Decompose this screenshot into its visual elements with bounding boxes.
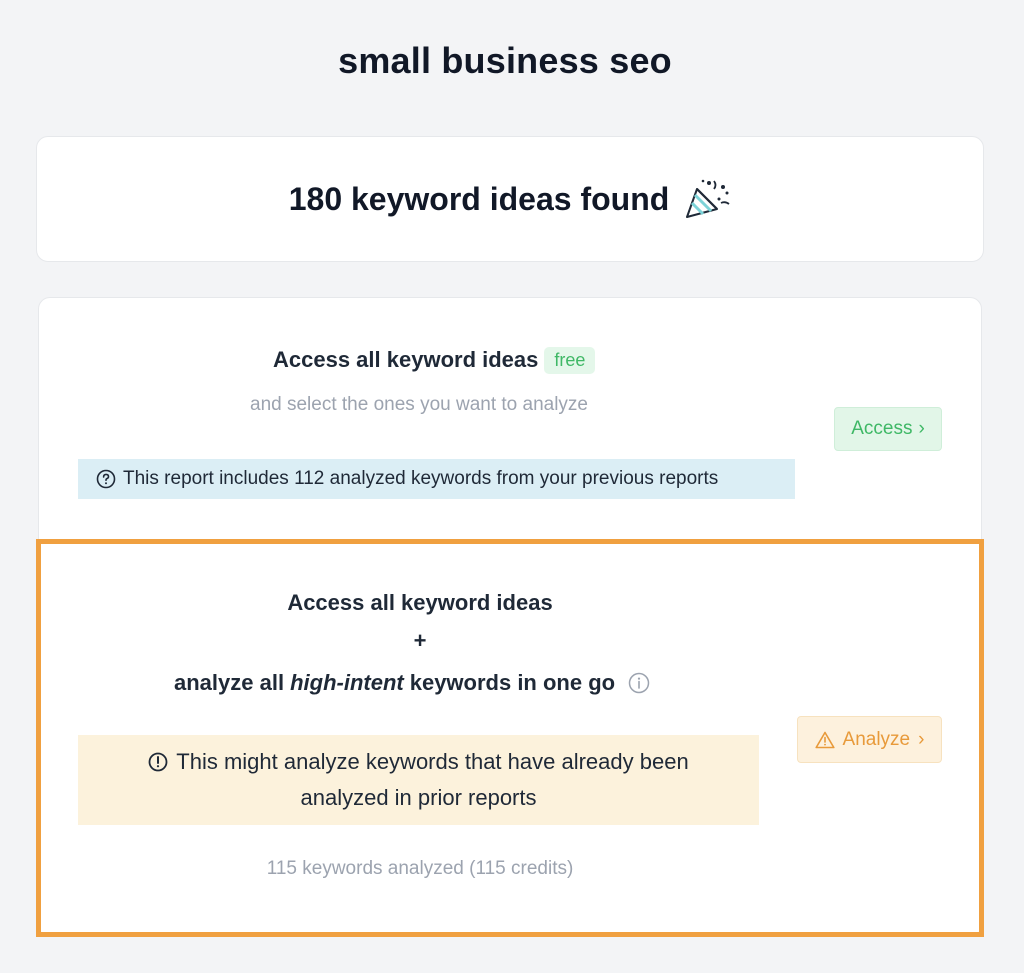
free-badge: free: [544, 346, 596, 374]
access-option-subtitle: and select the ones you want to analyze: [250, 394, 589, 415]
options-card: [38, 297, 982, 937]
info-circle-icon[interactable]: [627, 671, 651, 695]
warning-triangle-icon: [814, 731, 835, 748]
party-popper-icon: [683, 177, 731, 221]
analyze-option-line1: Access all keyword ideas: [287, 590, 553, 615]
analyze-button-label: Analyze: [842, 728, 911, 750]
analyze-option-line3: analyze all high-intent keywords in one …: [174, 668, 651, 698]
keyword-ideas-found-text: 180 keyword ideas found: [288, 180, 670, 217]
access-button-label: Access: [851, 418, 913, 439]
analyze-button[interactable]: Analyze ›: [797, 716, 942, 763]
keyword-report-page: small business seo 180 keyword ideas fou…: [0, 0, 1024, 973]
question-circle-icon: [96, 469, 116, 489]
previous-reports-info-banner: This report includes 112 analyzed keywor…: [78, 459, 795, 499]
access-button[interactable]: Access ›: [834, 407, 942, 451]
access-option-title: Access all keyword ideas free: [273, 345, 596, 375]
keyword-ideas-found-card: 180 keyword ideas found: [36, 136, 984, 262]
warning-text-line1: This might analyze keywords that have al…: [176, 749, 689, 774]
page-title: small business seo: [338, 40, 672, 81]
chevron-right-icon: ›: [918, 728, 925, 750]
access-option-title-text: Access all keyword ideas: [273, 347, 539, 372]
chevron-right-icon: ›: [918, 418, 925, 439]
analyze-option-suffix: keywords in one go: [409, 670, 616, 695]
warning-text-line2: analyzed in prior reports: [300, 785, 537, 810]
analyze-option-prefix: analyze all: [174, 670, 285, 695]
credits-text: 115 keywords analyzed (115 credits): [266, 858, 574, 879]
reanalyze-warning-banner: This might analyze keywords that have al…: [78, 735, 759, 825]
exclamation-circle-icon: [148, 752, 168, 772]
high-intent-emphasis: high-intent: [290, 670, 404, 695]
analyze-option-plus: +: [413, 628, 427, 653]
previous-reports-info-text: This report includes 112 analyzed keywor…: [123, 468, 719, 489]
